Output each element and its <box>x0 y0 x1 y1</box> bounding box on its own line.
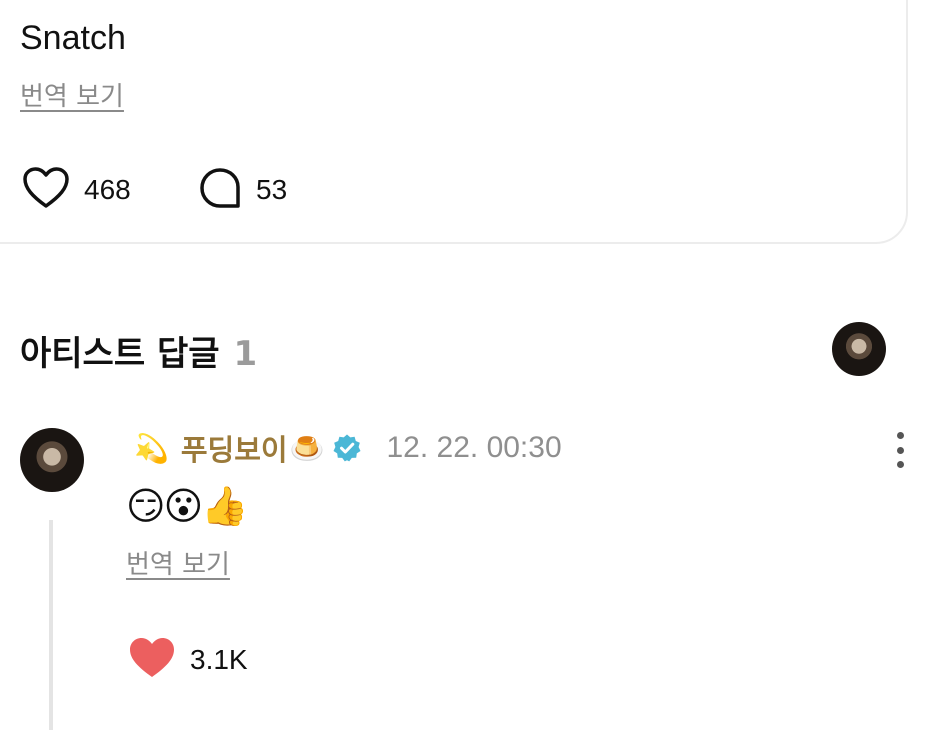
post-text: Snatch <box>20 19 126 57</box>
verified-badge-icon <box>332 433 362 463</box>
thread-line <box>49 520 53 730</box>
comment-like-button[interactable]: 3.1K <box>128 636 248 684</box>
artist-replies-count: 1 <box>233 334 258 374</box>
artist-replies-header: 아티스트 답글 1 <box>20 326 257 375</box>
comment-author-row: 💫 푸딩보이 🍮 12. 22. 00:30 <box>134 428 562 468</box>
post-like-count: 468 <box>84 174 131 205</box>
post-comment-count: 53 <box>256 174 288 205</box>
more-vertical-icon[interactable] <box>886 430 914 470</box>
comment-like-count: 3.1K <box>190 644 248 675</box>
heart-outline-icon <box>22 166 70 214</box>
post-card <box>0 0 908 244</box>
comment-author-name[interactable]: 푸딩보이 <box>181 427 288 469</box>
heart-filled-icon <box>128 636 176 684</box>
artist-avatar[interactable] <box>832 322 886 376</box>
artist-replies-title: 아티스트 답글 <box>20 334 220 374</box>
post-like-button[interactable]: 468 <box>22 166 131 214</box>
comment-content: 😏😮👍 <box>126 484 249 528</box>
comment-author-avatar[interactable] <box>20 428 84 492</box>
pudding-emoji: 🍮 <box>289 431 325 465</box>
post-comment-button[interactable]: 53 <box>198 166 287 214</box>
comment-bubble-icon <box>198 166 242 214</box>
sparkle-emoji: 💫 <box>134 431 169 465</box>
post-translate-link[interactable]: 번역 보기 <box>20 80 124 114</box>
comment-translate-link[interactable]: 번역 보기 <box>126 548 230 582</box>
comment-timestamp: 12. 22. 00:30 <box>386 431 562 464</box>
